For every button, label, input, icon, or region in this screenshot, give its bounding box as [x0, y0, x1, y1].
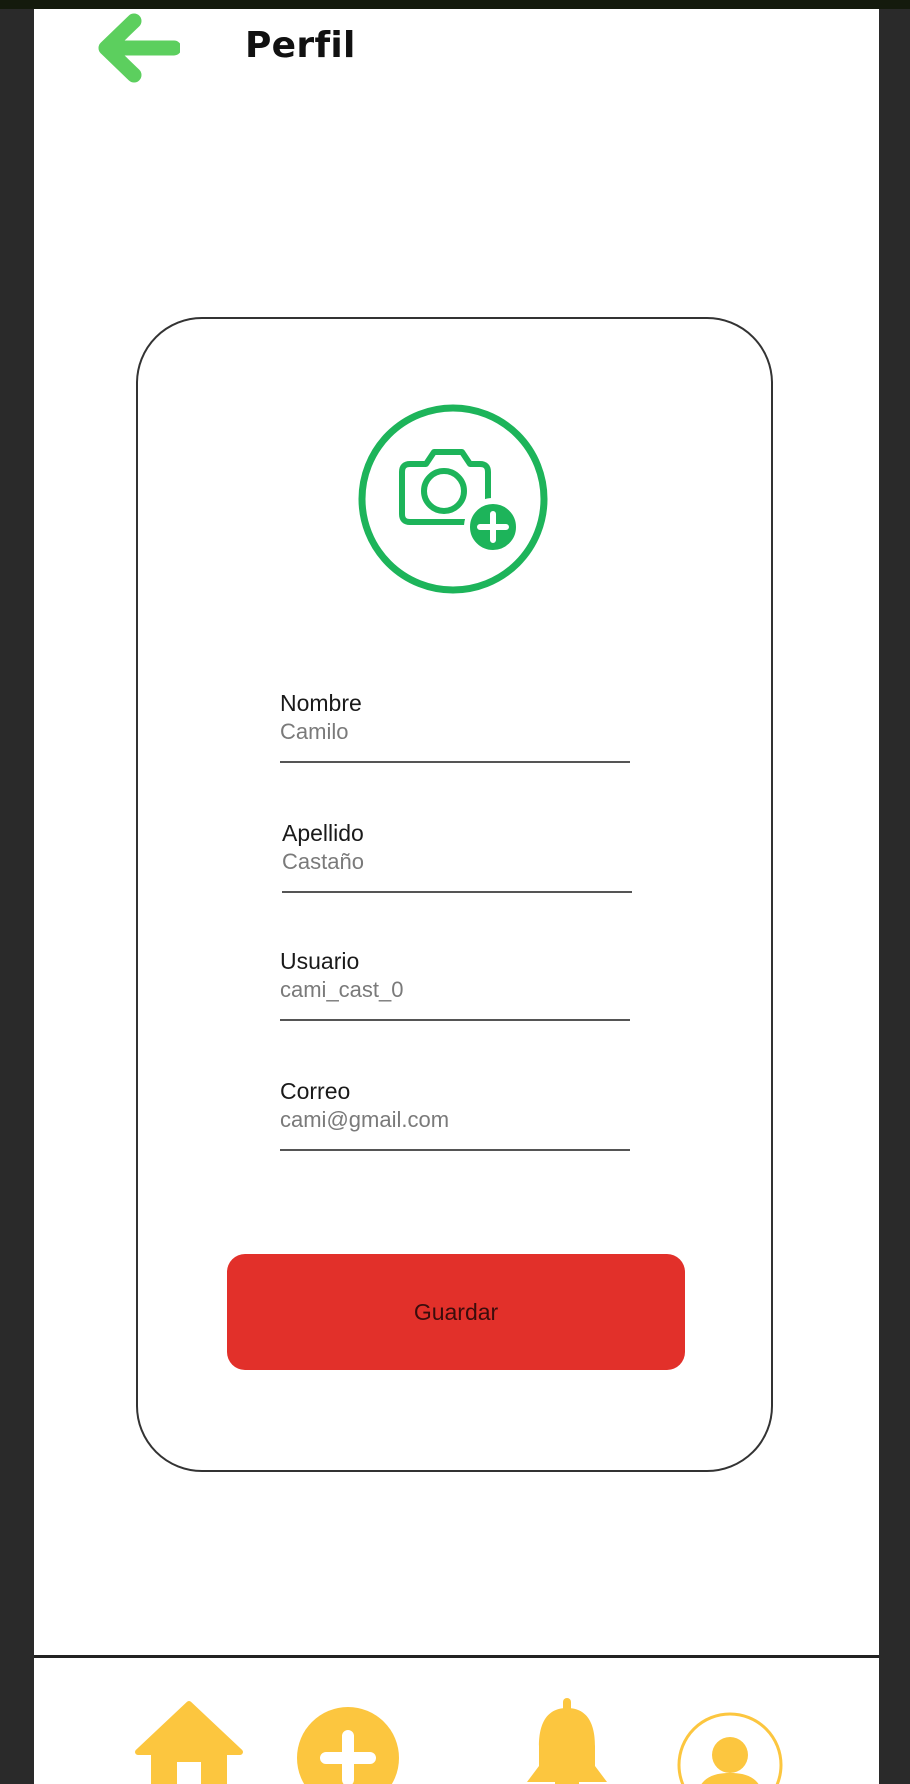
- correo-field: Correo: [280, 1077, 630, 1151]
- correo-underline: [280, 1149, 630, 1151]
- nav-item-home[interactable]: [134, 1700, 244, 1784]
- apellido-label: Apellido: [282, 820, 364, 846]
- apellido-field: Apellido: [282, 819, 632, 893]
- bell-icon: [527, 1698, 607, 1784]
- usuario-field: Usuario: [280, 947, 630, 1021]
- profile-screen: Perfil Nombre Apellido Usuario Correo Gu…: [34, 9, 879, 1784]
- nombre-label: Nombre: [280, 690, 362, 716]
- usuario-input[interactable]: [280, 975, 630, 1005]
- nombre-underline: [280, 761, 630, 763]
- nav-item-notifications[interactable]: [522, 1698, 612, 1784]
- arrow-left-icon: [98, 13, 180, 83]
- page-title: Perfil: [245, 25, 356, 66]
- add-circle-icon: [297, 1707, 399, 1784]
- bottom-navigation: [34, 1655, 879, 1784]
- usuario-underline: [280, 1019, 630, 1021]
- correo-label: Correo: [280, 1078, 351, 1104]
- home-icon: [135, 1701, 243, 1784]
- apellido-underline: [282, 891, 632, 893]
- apellido-input[interactable]: [282, 847, 632, 877]
- profile-photo-upload-button[interactable]: [356, 402, 550, 596]
- back-button[interactable]: [94, 11, 180, 85]
- save-button[interactable]: Guardar: [227, 1254, 685, 1370]
- camera-add-icon: [358, 404, 548, 594]
- nombre-input[interactable]: [280, 717, 630, 747]
- user-profile-icon: [677, 1712, 783, 1784]
- usuario-label: Usuario: [280, 948, 360, 974]
- window-top-strip: [0, 0, 910, 9]
- correo-input[interactable]: [280, 1105, 630, 1135]
- nav-item-add[interactable]: [296, 1706, 400, 1784]
- nombre-field: Nombre: [280, 689, 630, 763]
- nav-item-profile[interactable]: [676, 1711, 784, 1784]
